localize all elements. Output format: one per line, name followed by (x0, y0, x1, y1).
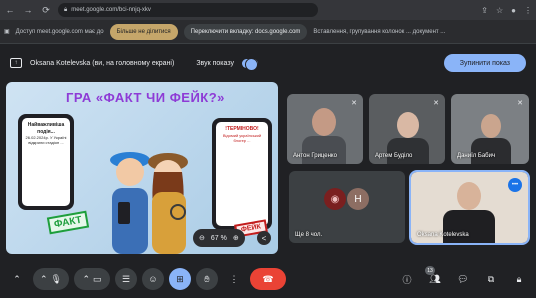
fact-stamp: ФАКТ (46, 210, 90, 235)
meeting-controls: ⌃ ⌃ 🎙︎ ⌃ ▭ ☰ ☺ ⊞ ✋︎ ⋮ ☎︎ ⓘ 👥︎ 13 💬︎ ⧉ 🔒︎ (0, 260, 536, 298)
avatar: H (347, 188, 369, 210)
participant-tile[interactable]: ✕ Антон Гриценко (287, 94, 363, 164)
activities-button[interactable]: ⧉ (480, 268, 502, 290)
back-icon[interactable]: ← (4, 4, 16, 16)
raise-hand-button[interactable]: ✋︎ (196, 268, 218, 290)
stop-presenting-button[interactable]: Зупинити показ (443, 54, 526, 72)
participant-video-body (387, 138, 429, 164)
hand-icon: ✋︎ (204, 273, 210, 284)
mic-icon: 🎙︎ (50, 273, 62, 284)
end-call-icon: ☎︎ (262, 273, 274, 284)
screen-share-indicator-icon: ▣ (4, 29, 10, 35)
switch-tab-button[interactable]: Переключити вкладку: docs.google.com (183, 23, 308, 40)
participant-video-body (443, 210, 495, 243)
sound-label: Звук показу (196, 59, 234, 67)
left-phone-text: 26.02.2024р. У Україні відкрили стадіон … (25, 135, 67, 146)
zoom-controls: ⊖ 67 % ⊕ (193, 229, 245, 247)
participant-video (312, 108, 336, 136)
microphone-button[interactable]: ⌃ 🎙︎ (33, 268, 69, 290)
forward-icon[interactable]: → (22, 4, 34, 16)
chat-button[interactable]: 💬︎ (452, 268, 474, 290)
left-phone-heading: Найважливіша подія... (27, 122, 65, 135)
zoom-out-icon[interactable]: ⊖ (199, 234, 205, 242)
participant-name: Артем Буділо (375, 153, 413, 159)
emoji-button[interactable]: ☺ (142, 268, 164, 290)
chat-icon: 💬︎ (457, 273, 469, 284)
participant-tile[interactable]: ✕ Артем Буділо (369, 94, 445, 164)
bookmark-star-icon[interactable]: ☆ (496, 6, 503, 15)
participant-name: Oksana Kotelevska (417, 232, 469, 238)
chevron-up-icon: ⌃ (40, 273, 48, 284)
zoom-value: 67 % (210, 234, 227, 242)
participant-name: Антон Гриценко (293, 153, 337, 159)
zoom-in-icon[interactable]: ⊕ (233, 234, 239, 242)
participant-video-body (471, 138, 511, 164)
camera-icon: ▭ (93, 273, 102, 284)
reload-icon[interactable]: ⟳ (40, 4, 52, 16)
more-participants-label: Ще 8 чол. (295, 232, 323, 238)
browser-toolbar: ← → ⟳ 🔒︎ meet.google.com/bci-nnjq-xkv ⇪ … (0, 0, 536, 20)
kids-illustration (110, 152, 188, 254)
menu-icon[interactable]: ⋮ (524, 6, 532, 15)
share-icon[interactable]: ⇪ (481, 6, 488, 15)
participant-name: Даниїл Бабич (457, 153, 496, 159)
stop-sharing-button[interactable]: Більше не ділитися (109, 23, 178, 40)
lock-icon: 🔒︎ (64, 6, 68, 13)
more-participants-tile[interactable]: ◉ H Ще 8 чол. (289, 171, 405, 243)
present-icon: ⊞ (176, 273, 184, 284)
left-phone-screen: Найважливіша подія... 26.02.2024р. У Укр… (22, 118, 70, 206)
participant-video (457, 182, 481, 210)
presenting-banner: ↑ Oksana Kotelevska (ви, на головному ек… (0, 50, 536, 76)
participant-video (397, 112, 419, 138)
avatar: ◉ (324, 188, 346, 210)
captions-icon: ☰ (121, 273, 131, 284)
chevron-up-icon: ⌃ (82, 273, 91, 284)
participant-tile-self[interactable]: ••• Oksana Kotelevska (409, 170, 530, 245)
address-bar[interactable]: 🔒︎ meet.google.com/bci-nnjq-xkv (58, 3, 318, 17)
camera-button[interactable]: ⌃ ▭ (74, 268, 110, 290)
mic-off-icon: ✕ (517, 100, 523, 107)
people-count-badge: 13 (425, 266, 435, 275)
participant-video (481, 114, 501, 138)
left-phone-illustration: Найважливіша подія... 26.02.2024р. У Укр… (18, 114, 74, 210)
more-controls-chevron-icon[interactable]: ⌃ (6, 268, 28, 290)
right-phone-screen: !ТЕРМІНОВО! Відомий український блогер .… (216, 122, 268, 226)
right-phone-heading: !ТЕРМІНОВО! (225, 126, 259, 132)
present-screen-icon: ↑ (10, 58, 22, 68)
activities-icon: ⧉ (487, 273, 495, 284)
more-vert-icon: ⋮ (229, 273, 239, 284)
right-phone-text: Відомий український блогер ... (222, 132, 262, 143)
speaking-indicator-icon: ••• (508, 178, 522, 192)
info-icon: ⓘ (402, 274, 412, 285)
mic-off-icon: ✕ (351, 100, 357, 107)
profile-icon[interactable]: ● (511, 6, 516, 15)
meeting-info-button[interactable]: ⓘ (396, 268, 418, 290)
mic-off-icon: ✕ (433, 100, 439, 107)
presentation-title: ГРА «ФАКТ ЧИ ФЕЙК?» (66, 90, 225, 105)
sharing-info-text: Доступ meet.google.com має до (15, 28, 104, 35)
shared-tab-text: Вставлення, групування колонок ... докум… (313, 28, 446, 35)
url-text: meet.google.com/bci-nnjq-xkv (71, 7, 151, 13)
people-icon: 👥︎ (429, 273, 441, 284)
host-controls-button[interactable]: 🔒︎ (508, 268, 530, 290)
present-button[interactable]: ⊞ (169, 268, 191, 290)
end-call-button[interactable]: ☎︎ (250, 268, 286, 290)
share-icon[interactable]: < (257, 231, 271, 245)
sound-toggle[interactable] (241, 57, 258, 71)
participant-tile[interactable]: ✕ Даниїл Бабич (451, 94, 529, 164)
presenter-text: Oksana Kotelevska (ви, на головному екра… (30, 59, 175, 67)
participant-video-body (302, 136, 346, 164)
sharing-infobar: ▣ Доступ meet.google.com має до Більше н… (0, 20, 536, 44)
right-phone-illustration: !ТЕРМІНОВО! Відомий український блогер .… (212, 118, 272, 230)
captions-button[interactable]: ☰ (115, 268, 137, 290)
more-options-button[interactable]: ⋮ (223, 268, 245, 290)
emoji-icon: ☺ (148, 274, 158, 284)
lock-person-icon: 🔒︎ (516, 273, 522, 284)
